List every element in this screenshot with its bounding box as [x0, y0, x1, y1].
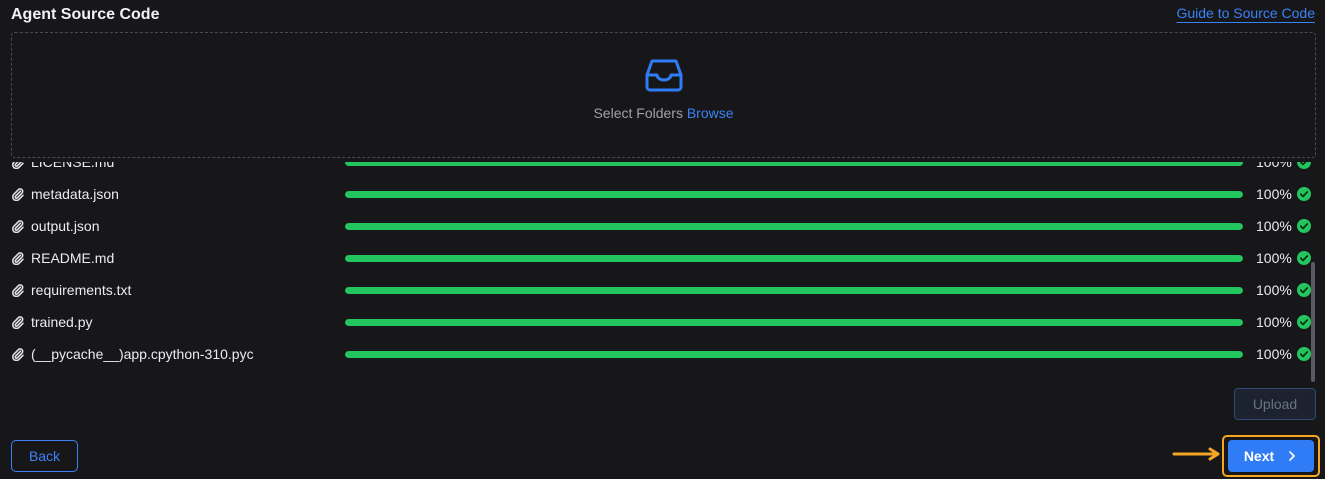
check-circle-icon — [1297, 347, 1311, 361]
upload-progress-bar — [345, 190, 1243, 198]
inbox-icon — [645, 59, 682, 92]
file-row: output.json 100% — [0, 210, 1325, 242]
check-circle-icon — [1297, 162, 1311, 169]
upload-progress-bar — [345, 286, 1243, 294]
check-circle-icon — [1297, 219, 1311, 233]
dropzone-hint-text: Select Folders — [593, 105, 683, 121]
folder-dropzone[interactable]: Select Folders Browse — [11, 32, 1316, 158]
file-name: LICENSE.md — [31, 162, 115, 170]
upload-progress-label: 100% — [1256, 162, 1292, 170]
paperclip-icon — [11, 348, 24, 361]
guide-to-source-code-link[interactable]: Guide to Source Code — [1176, 5, 1315, 21]
upload-progress-fill — [345, 286, 1243, 294]
check-circle-icon — [1297, 251, 1311, 265]
agent-source-code-step: Agent Source Code Guide to Source Code S… — [0, 0, 1325, 479]
upload-progress-fill — [345, 162, 1243, 166]
file-row: metadata.json 100% — [0, 178, 1325, 210]
upload-progress-label: 100% — [1256, 186, 1292, 202]
upload-progress-bar — [345, 222, 1243, 230]
upload-progress-label: 100% — [1256, 250, 1292, 266]
file-name: metadata.json — [31, 186, 119, 202]
upload-progress-fill — [345, 190, 1243, 198]
check-circle-icon — [1297, 283, 1311, 297]
check-circle-icon — [1297, 187, 1311, 201]
file-row: LICENSE.md 100% — [0, 162, 1325, 178]
file-list-scrollbar[interactable] — [1311, 262, 1315, 382]
file-name: trained.py — [31, 314, 93, 330]
browse-link[interactable]: Browse — [687, 105, 734, 121]
upload-progress-fill — [345, 350, 1243, 358]
paperclip-icon — [11, 316, 24, 329]
upload-progress-label: 100% — [1256, 314, 1292, 330]
arrow-pointer-icon — [1172, 447, 1220, 461]
paperclip-icon — [11, 162, 24, 169]
paperclip-icon — [11, 220, 24, 233]
upload-progress-fill — [345, 318, 1243, 326]
section-title: Agent Source Code — [11, 6, 160, 23]
file-row: (__pycache__)app.cpython-310.pyc 100% — [0, 338, 1325, 370]
file-name: (__pycache__)app.cpython-310.pyc — [31, 346, 254, 362]
upload-progress-bar — [345, 162, 1243, 166]
upload-progress-label: 100% — [1256, 282, 1292, 298]
upload-progress-fill — [345, 222, 1243, 230]
file-name: output.json — [31, 218, 100, 234]
paperclip-icon — [11, 188, 24, 201]
file-name: requirements.txt — [31, 282, 132, 298]
file-row: README.md 100% — [0, 242, 1325, 274]
chevron-right-icon — [1289, 451, 1295, 461]
file-row: requirements.txt 100% — [0, 274, 1325, 306]
file-row: trained.py 100% — [0, 306, 1325, 338]
next-button[interactable]: Next — [1228, 440, 1314, 472]
paperclip-icon — [11, 284, 24, 297]
next-button-highlight: Next — [1222, 435, 1320, 477]
upload-progress-bar — [345, 350, 1243, 358]
upload-button[interactable]: Upload — [1234, 388, 1316, 420]
upload-progress-label: 100% — [1256, 218, 1292, 234]
next-button-label: Next — [1243, 448, 1275, 464]
uploaded-file-list[interactable]: LICENSE.md 100% metadata.json 100% output.js… — [0, 162, 1325, 384]
upload-progress-label: 100% — [1256, 346, 1292, 362]
dropzone-hint: Select Folders Browse — [593, 105, 733, 121]
back-button[interactable]: Back — [11, 440, 78, 472]
upload-progress-bar — [345, 254, 1243, 262]
file-name: README.md — [31, 250, 115, 266]
check-circle-icon — [1297, 315, 1311, 329]
paperclip-icon — [11, 252, 24, 265]
upload-progress-bar — [345, 318, 1243, 326]
upload-progress-fill — [345, 254, 1243, 262]
